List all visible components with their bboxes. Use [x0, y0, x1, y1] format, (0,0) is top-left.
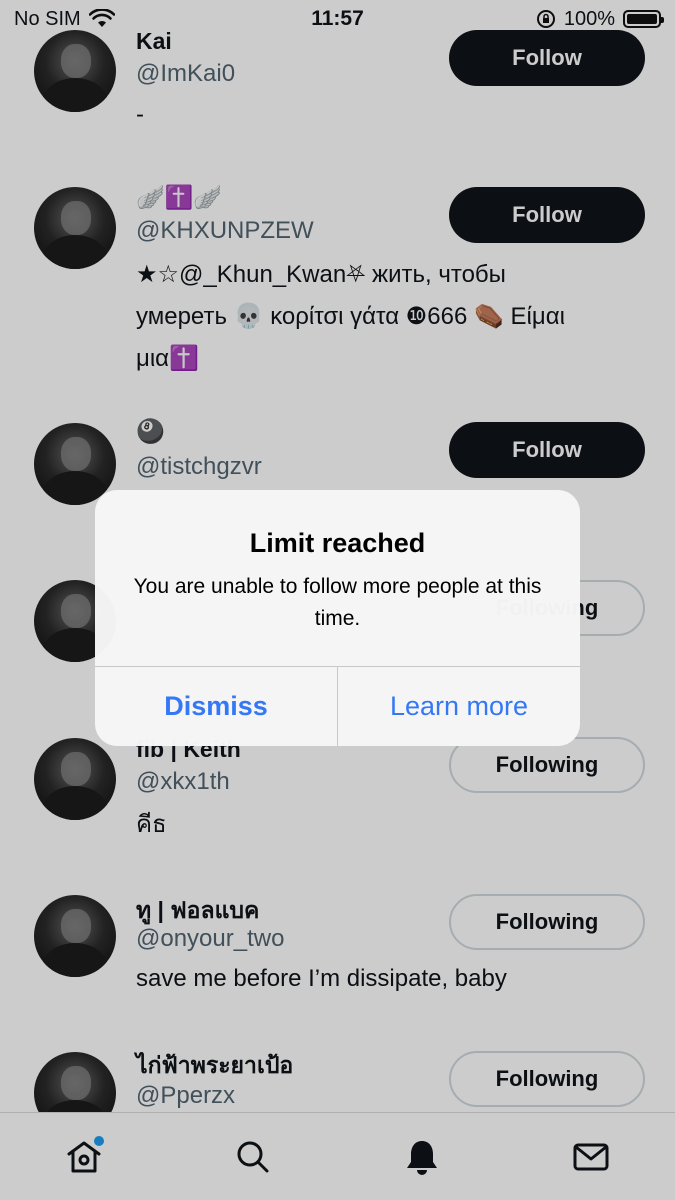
limit-reached-alert: Limit reached You are unable to follow m…: [95, 490, 580, 746]
dismiss-button[interactable]: Dismiss: [95, 667, 338, 746]
alert-message: You are unable to follow more people at …: [133, 575, 542, 630]
alert-actions: Dismiss Learn more: [95, 666, 580, 746]
learn-more-button[interactable]: Learn more: [338, 667, 580, 746]
alert-title: Limit reached: [249, 528, 426, 558]
